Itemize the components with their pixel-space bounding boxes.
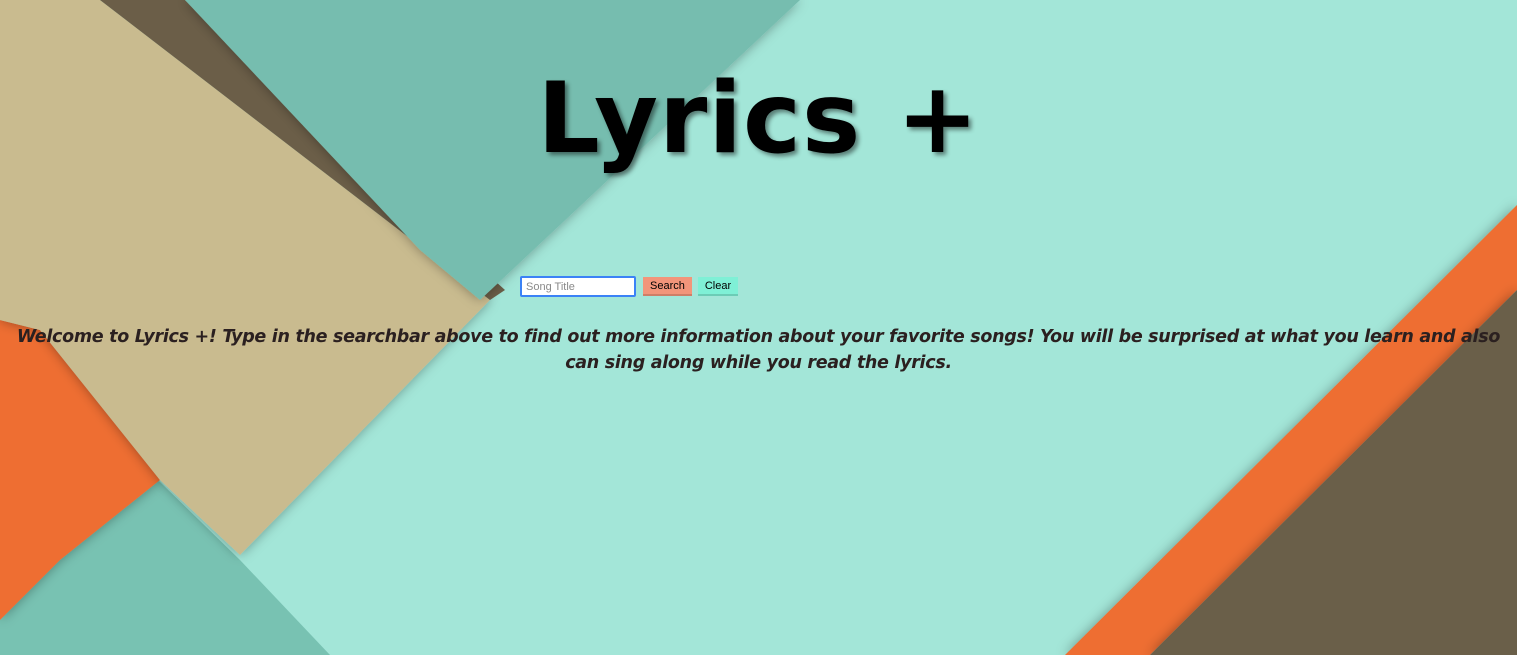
search-bar: Search Clear: [520, 276, 739, 297]
search-button[interactable]: Search: [643, 277, 692, 296]
song-title-input[interactable]: [520, 276, 636, 297]
page-title: Lyrics +: [537, 62, 980, 176]
welcome-message: Welcome to Lyrics +! Type in the searchb…: [16, 327, 1501, 373]
page-content: Lyrics + Search Clear Welcome to Lyrics …: [0, 0, 1517, 655]
clear-button[interactable]: Clear: [697, 277, 739, 296]
